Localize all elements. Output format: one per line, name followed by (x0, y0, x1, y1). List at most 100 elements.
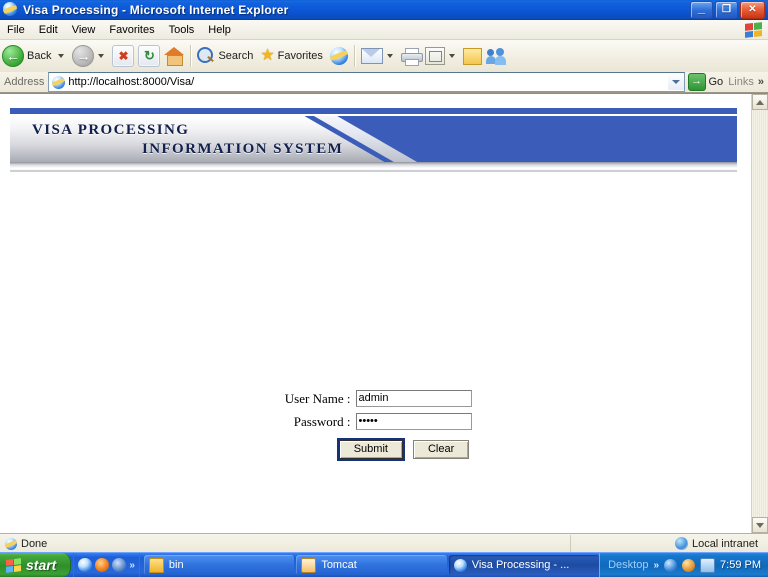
banner-bottom-rule (10, 170, 737, 172)
address-dropdown-button[interactable] (667, 74, 684, 90)
address-bar: Address http://localhost:8000/Visa/ → Go… (0, 72, 768, 93)
scroll-down-button[interactable] (752, 517, 768, 533)
media-button[interactable] (328, 43, 350, 69)
edit-icon (424, 47, 445, 65)
network-icon[interactable] (664, 558, 678, 572)
username-input[interactable] (355, 390, 472, 407)
banner-title-line2: INFORMATION SYSTEM (142, 141, 344, 157)
menu-item-tools[interactable]: Tools (162, 22, 202, 38)
menu-item-edit[interactable]: Edit (32, 22, 65, 38)
favorites-star-icon: ★ (260, 47, 275, 64)
notes-icon (462, 47, 482, 65)
vertical-scrollbar[interactable] (751, 94, 768, 533)
messenger-button[interactable] (484, 43, 508, 69)
password-label: Password : (293, 413, 351, 429)
internet-explorer-icon[interactable] (78, 558, 93, 572)
back-dropdown-icon[interactable] (58, 54, 65, 58)
clear-button[interactable]: Clear (412, 440, 470, 459)
refresh-icon: ↻ (138, 45, 161, 67)
search-button[interactable]: Search (195, 43, 258, 69)
print-button[interactable] (399, 43, 423, 69)
address-url-text: http://localhost:8000/Visa/ (68, 76, 195, 88)
edit-button[interactable] (423, 43, 461, 69)
page-viewport: VISA PROCESSING INFORMATION SYSTEM User … (0, 93, 768, 533)
password-row: Password : (281, 413, 472, 430)
scroll-up-button[interactable] (752, 94, 768, 110)
taskbar-item-label: Visa Processing - ... (471, 559, 570, 571)
banner-white-line (10, 114, 737, 116)
close-button[interactable]: ✕ (740, 0, 765, 19)
site-banner: VISA PROCESSING INFORMATION SYSTEM (10, 108, 737, 172)
taskbar-item-visa-processing[interactable]: Visa Processing - ... (448, 555, 600, 575)
home-button[interactable] (162, 43, 186, 69)
menu-item-help[interactable]: Help (201, 22, 238, 38)
mail-button[interactable] (359, 43, 399, 69)
taskbar-item-bin[interactable]: bin (143, 555, 295, 575)
windows-flag-icon (6, 557, 21, 573)
menu-item-favorites[interactable]: Favorites (102, 22, 161, 38)
forward-button[interactable]: → (70, 43, 110, 69)
menu-item-file[interactable]: File (0, 22, 32, 38)
menu-item-view[interactable]: View (65, 22, 103, 38)
window-title: Visa Processing - Microsoft Internet Exp… (23, 2, 289, 17)
links-button[interactable]: Links » (728, 76, 768, 88)
print-icon (400, 48, 423, 66)
mail-dropdown-icon[interactable] (386, 54, 393, 58)
toolbar-separator (353, 45, 355, 67)
back-arrow-icon: ← (2, 45, 24, 67)
taskbar: start » bin Tomcat Visa Processing - ...… (0, 552, 768, 577)
task-buttons: bin Tomcat Visa Processing - ... (143, 555, 600, 575)
update-icon[interactable] (682, 558, 696, 572)
minimize-button[interactable]: _ (690, 0, 713, 19)
desktop-chevron-icon[interactable]: » (653, 560, 659, 571)
folder-icon (148, 557, 164, 573)
banner-title-line1: VISA PROCESSING (32, 122, 190, 138)
restore-icon: ❐ (722, 3, 731, 15)
scrollbar-track[interactable] (752, 110, 768, 517)
go-button[interactable]: → Go (685, 73, 729, 91)
login-buttons: Submit Clear (336, 438, 470, 461)
search-label: Search (218, 50, 254, 62)
web-page: VISA PROCESSING INFORMATION SYSTEM User … (0, 94, 752, 533)
start-button[interactable]: start (0, 553, 72, 577)
zone-text: Local intranet (691, 537, 758, 550)
back-label: Back (27, 50, 52, 62)
quick-launch-chevron-icon[interactable]: » (129, 560, 135, 571)
notes-button[interactable] (461, 43, 484, 69)
menu-bar: File Edit View Favorites Tools Help (0, 20, 768, 40)
edit-dropdown-icon[interactable] (448, 54, 455, 58)
other-browser-icon[interactable] (112, 558, 127, 572)
desktop-toolbar-label[interactable]: Desktop (608, 559, 648, 571)
links-chevron-icon: » (757, 76, 764, 88)
window-title-bar: Visa Processing - Microsoft Internet Exp… (0, 0, 768, 20)
quick-launch-bar: » (73, 553, 140, 577)
password-input[interactable] (355, 413, 472, 430)
go-label: Go (708, 76, 724, 88)
security-zone[interactable]: Local intranet (674, 537, 768, 550)
window-controls: _ ❐ ✕ (690, 0, 768, 19)
restore-button[interactable]: ❐ (715, 0, 738, 19)
back-button[interactable]: ← Back (0, 43, 70, 69)
globe-icon (674, 537, 688, 550)
favorites-button[interactable]: ★ Favorites (258, 43, 328, 69)
username-label: User Name : (284, 390, 351, 406)
forward-dropdown-icon[interactable] (98, 54, 105, 58)
ie-page-icon (5, 537, 17, 550)
forward-arrow-icon: → (72, 45, 95, 67)
submit-button[interactable]: Submit (336, 438, 405, 461)
clock[interactable]: 7:59 PM (720, 559, 761, 571)
ie-page-icon (453, 558, 467, 572)
page-icon (52, 75, 66, 89)
stop-button[interactable]: ✖ (110, 43, 136, 69)
home-icon (164, 47, 185, 66)
ie-browser-window: Visa Processing - Microsoft Internet Exp… (0, 0, 768, 577)
refresh-button[interactable]: ↻ (136, 43, 162, 69)
firefox-icon[interactable] (95, 558, 110, 572)
username-row: User Name : (281, 390, 472, 407)
address-input[interactable]: http://localhost:8000/Visa/ (48, 72, 685, 92)
taskbar-item-tomcat[interactable]: Tomcat (296, 555, 447, 575)
taskbar-item-label: bin (168, 559, 184, 571)
close-icon: ✕ (748, 3, 757, 15)
tomcat-icon (301, 557, 317, 573)
volume-icon[interactable] (700, 557, 716, 573)
